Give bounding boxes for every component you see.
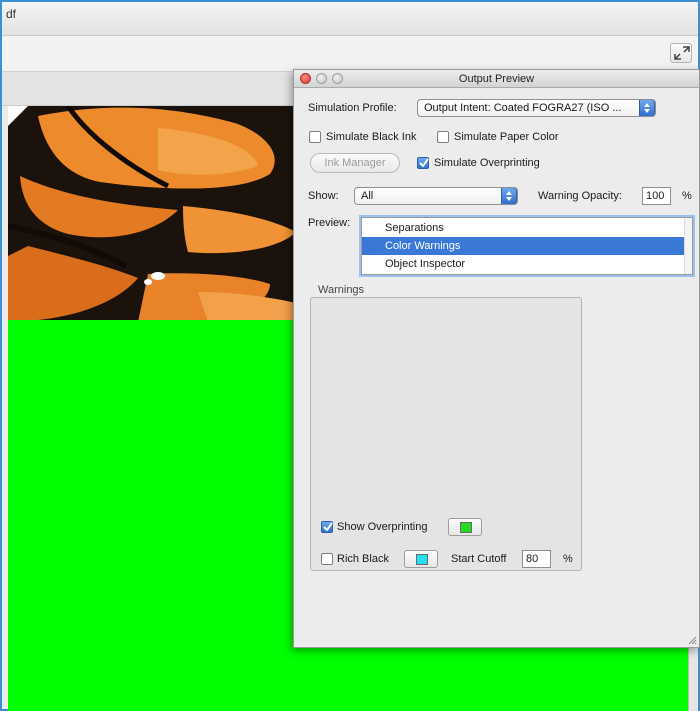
simulate-paper-color-checkbox[interactable] [437,131,449,143]
show-overprinting-label: Show Overprinting [337,521,428,533]
panel-titlebar[interactable]: Output Preview [294,70,699,88]
show-overprinting-color-button[interactable] [448,518,482,536]
simulation-profile-value: Output Intent: Coated FOGRA27 (ISO ... [424,102,622,114]
simulate-paper-color-label: Simulate Paper Color [454,131,559,143]
panel-title-text: Output Preview [458,73,535,85]
warnings-group-label: Warnings [318,284,365,296]
simulate-overprinting-label: Simulate Overprinting [434,157,540,169]
app-title: df [6,7,17,21]
show-value: All [361,190,374,202]
rich-black-swatch [416,554,428,565]
simulation-profile-select[interactable]: Output Intent: Coated FOGRA27 (ISO ... [417,99,656,117]
start-cutoff-label: Start Cutoff [451,553,507,565]
preview-item-object-inspector[interactable]: Object Inspector [362,255,684,273]
preview-item-separations[interactable]: Separations [362,219,684,237]
show-label: Show: [308,190,339,202]
simulate-black-ink-label: Simulate Black Ink [326,131,417,143]
expand-button[interactable] [670,43,692,63]
simulation-profile-label: Simulation Profile: [308,102,397,114]
start-cutoff-input[interactable]: 80 [522,550,551,568]
rich-black-color-button[interactable] [404,550,438,568]
preview-label: Preview: [308,217,351,229]
simulate-black-ink-checkbox[interactable] [309,131,321,143]
start-cutoff-unit: % [563,553,573,565]
rich-black-checkbox[interactable] [321,553,333,565]
show-select[interactable]: All [354,187,518,205]
checkmark-icon [419,158,429,168]
preview-list-scrollbar[interactable] [684,218,692,274]
show-overprinting-checkbox[interactable] [321,521,333,533]
ink-manager-button[interactable]: Ink Manager [310,153,400,173]
preview-item-color-warnings[interactable]: Color Warnings [362,237,684,255]
warning-opacity-unit: % [682,190,692,202]
popup-arrows-icon [501,188,517,204]
app-titlebar: df [2,2,698,36]
warning-opacity-label: Warning Opacity: [538,190,622,202]
show-overprinting-swatch [460,522,472,533]
simulate-overprinting-checkbox[interactable] [417,157,429,169]
resize-grip-icon[interactable] [687,635,697,645]
rich-black-label: Rich Black [337,553,389,565]
app-toolbar [2,36,698,72]
canvas-scrollbar[interactable] [688,642,698,711]
expand-icon [674,46,690,60]
popup-arrows-icon [639,100,655,116]
panel-title: Output Preview [294,73,699,85]
butterfly-wing-image [8,106,308,322]
warning-opacity-input[interactable]: 100 [642,187,671,205]
warnings-group: Show Overprinting Rich Black Start Cutof… [310,297,582,571]
output-preview-panel: Output Preview Simulation Profile: Outpu… [293,69,700,648]
preview-listbox[interactable]: Separations Color Warnings Object Inspec… [361,217,693,275]
checkmark-icon [323,522,333,532]
